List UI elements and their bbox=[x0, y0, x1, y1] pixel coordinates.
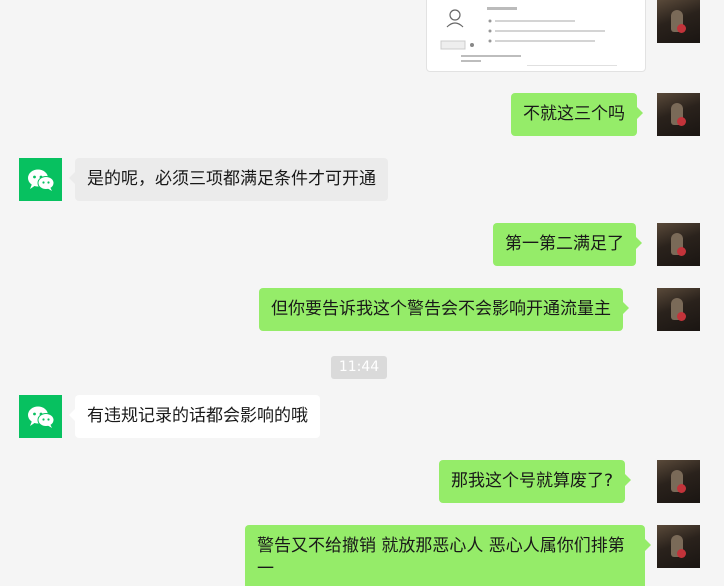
message-bubble-outgoing[interactable]: 那我这个号就算废了? bbox=[439, 460, 632, 503]
message-text: 是的呢，必须三项都满足条件才可开通 bbox=[87, 169, 376, 189]
avatar-flower-detail bbox=[677, 549, 686, 558]
user-avatar[interactable] bbox=[657, 525, 700, 568]
message-bubble-incoming[interactable]: 有违规记录的话都会影响的哦 bbox=[69, 395, 320, 438]
wechat-bubbles-icon bbox=[27, 406, 54, 428]
message-text: 第一第二满足了 bbox=[505, 234, 624, 254]
shared-screenshot-image[interactable] bbox=[426, 0, 646, 72]
message-bubble-outgoing[interactable]: 第一第二满足了 bbox=[493, 223, 642, 266]
message-bubble-incoming[interactable]: 是的呢，必须三项都满足条件才可开通 bbox=[69, 158, 388, 201]
message-timestamp: 11:44 bbox=[331, 356, 387, 379]
avatar-flower-detail bbox=[677, 24, 686, 33]
message-text: 但你要告诉我这个警告会不会影响开通流量主 bbox=[271, 299, 611, 319]
user-avatar[interactable] bbox=[657, 0, 700, 43]
user-avatar[interactable] bbox=[657, 288, 700, 331]
avatar-flower-detail bbox=[677, 484, 686, 493]
screenshot-thumbnail-icon bbox=[440, 7, 617, 66]
message-bubble-outgoing[interactable]: 警告又不给撤销 就放那恶心人 恶心人属你们排第一 bbox=[245, 525, 651, 586]
message-text: 警告又不给撤销 就放那恶心人 恶心人属你们排第一 bbox=[257, 536, 625, 579]
user-avatar[interactable] bbox=[657, 93, 700, 136]
avatar-flower-detail bbox=[677, 117, 686, 126]
avatar-flower-detail bbox=[677, 312, 686, 321]
message-bubble-outgoing[interactable]: 不就这三个吗 bbox=[511, 93, 643, 136]
user-avatar[interactable] bbox=[657, 460, 700, 503]
avatar-flower-detail bbox=[677, 247, 686, 256]
wechat-logo-icon[interactable] bbox=[19, 395, 62, 438]
message-text: 那我这个号就算废了? bbox=[451, 471, 614, 491]
message-text: 有违规记录的话都会影响的哦 bbox=[87, 406, 308, 426]
wechat-bubbles-icon bbox=[27, 169, 54, 191]
chat-window: 不就这三个吗 是的呢，必须三项都满足条件才可开通 第一第二满足了 但你要告诉我这… bbox=[0, 0, 724, 586]
message-text: 不就这三个吗 bbox=[523, 104, 625, 124]
user-avatar[interactable] bbox=[657, 223, 700, 266]
wechat-logo-icon[interactable] bbox=[19, 158, 62, 201]
message-bubble-outgoing[interactable]: 但你要告诉我这个警告会不会影响开通流量主 bbox=[259, 288, 629, 331]
